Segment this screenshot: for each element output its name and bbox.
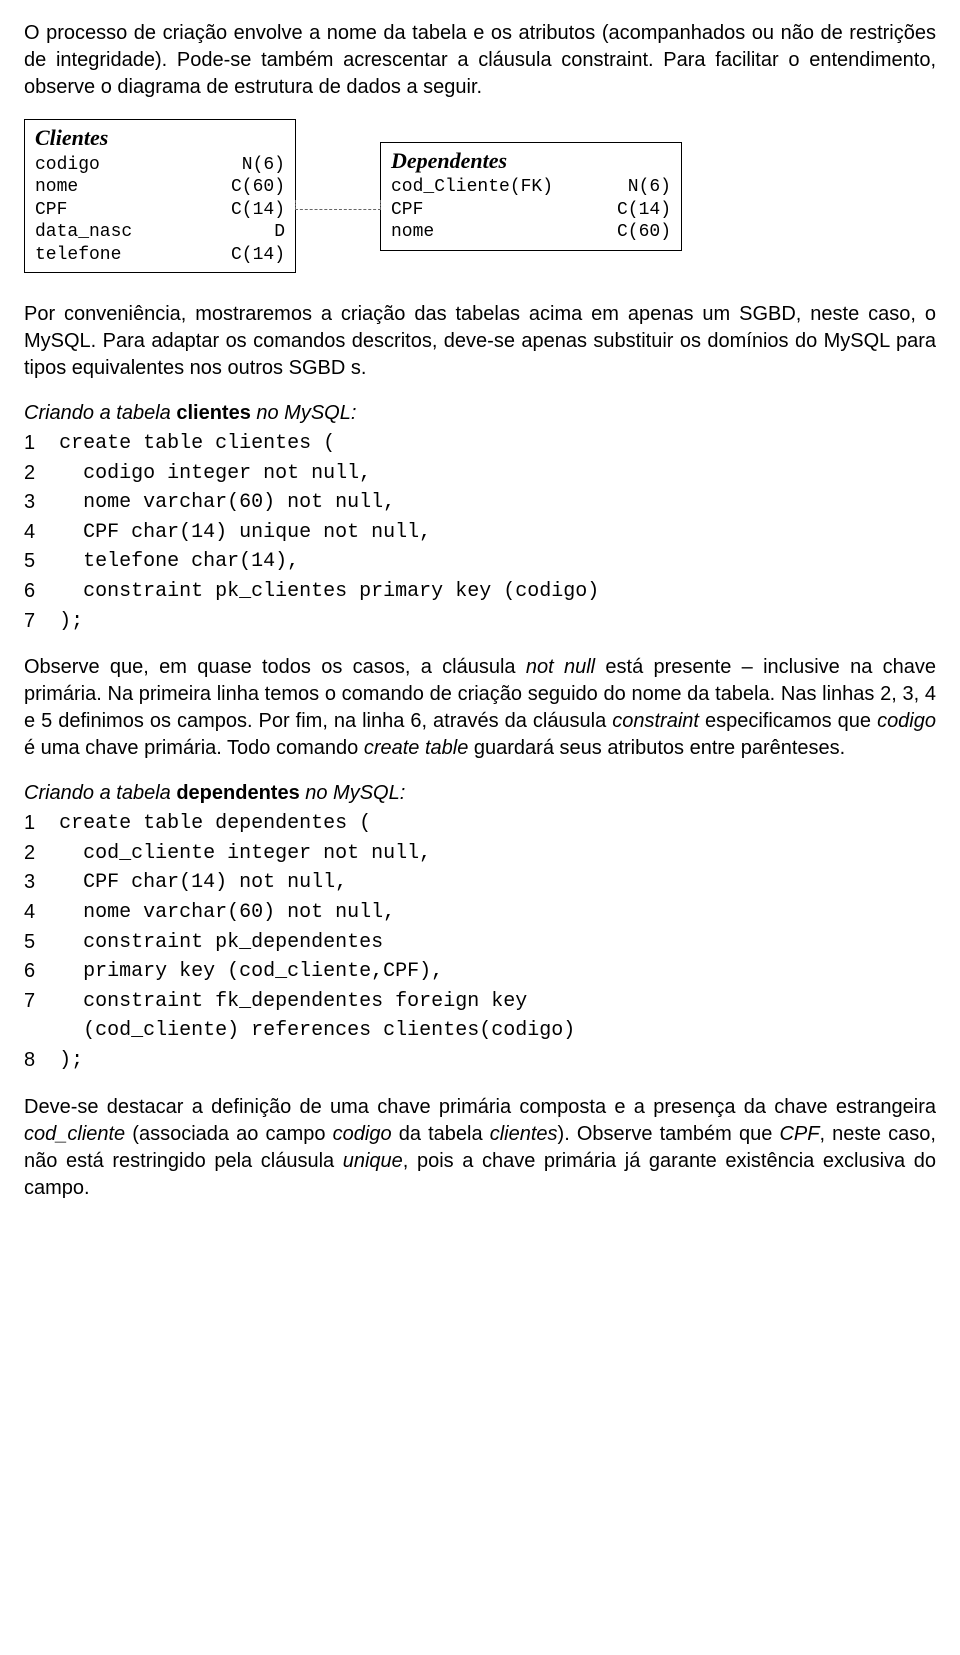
paragraph-intro: O processo de criação envolve a nome da … (24, 20, 936, 101)
italic-text: not null (526, 656, 595, 678)
entity-row: cod_Cliente(FK)N(6) (391, 176, 671, 199)
italic-text: clientes (490, 1123, 558, 1145)
field-type: C(60) (591, 221, 671, 244)
code-heading-clientes: Criando a tabela clientes no MySQL: (24, 400, 936, 427)
field-name: cod_Cliente(FK) (391, 176, 591, 199)
paragraph-final: Deve-se destacar a definição de uma chav… (24, 1094, 936, 1202)
field-name: CPF (391, 199, 591, 222)
field-type: N(6) (205, 154, 285, 177)
italic-text: constraint (612, 710, 699, 732)
field-type: D (205, 221, 285, 244)
field-name: data_nasc (35, 221, 205, 244)
field-type: C(14) (591, 199, 671, 222)
entity-row: nomeC(60) (35, 176, 285, 199)
line-numbers: 1 2 3 4 5 6 7 8 (24, 809, 59, 1075)
text: especificamos que (699, 710, 877, 732)
paragraph-conv: Por conveniência, mostraremos a criação … (24, 301, 936, 382)
text: Observe que, em quase todos os casos, a … (24, 656, 526, 678)
entity-row: codigoN(6) (35, 154, 285, 177)
code-block-dependentes: 1 2 3 4 5 6 7 8 create table dependentes… (24, 809, 936, 1075)
heading-post: no MySQL: (300, 782, 406, 804)
code-text: create table clientes ( codigo integer n… (59, 429, 599, 636)
text: ). Observe também que (558, 1123, 780, 1145)
entity-row: telefoneC(14) (35, 244, 285, 267)
heading-post: no MySQL: (251, 402, 357, 424)
entity-dependentes-title: Dependentes (391, 147, 671, 175)
text: Deve-se destacar a definição de uma chav… (24, 1096, 936, 1118)
entity-row: CPFC(14) (35, 199, 285, 222)
code-block-clientes: 1 2 3 4 5 6 7 create table clientes ( co… (24, 429, 936, 636)
text: guardará seus atributos entre parênteses… (468, 737, 845, 759)
heading-pre: Criando a tabela (24, 782, 176, 804)
field-name: telefone (35, 244, 205, 267)
heading-bold: dependentes (176, 782, 299, 804)
entity-row: data_nascD (35, 221, 285, 244)
er-diagram: Clientes codigoN(6) nomeC(60) CPFC(14) d… (24, 119, 936, 273)
italic-text: codigo (877, 710, 936, 732)
italic-text: cod_cliente (24, 1123, 125, 1145)
text: é uma chave primária. Todo comando (24, 737, 364, 759)
code-text: create table dependentes ( cod_cliente i… (59, 809, 575, 1075)
field-name: CPF (35, 199, 205, 222)
heading-pre: Criando a tabela (24, 402, 176, 424)
field-type: C(60) (205, 176, 285, 199)
field-type: C(14) (205, 244, 285, 267)
text: da tabela (392, 1123, 490, 1145)
italic-text: codigo (333, 1123, 392, 1145)
italic-text: create table (364, 737, 469, 759)
relationship-connector (295, 209, 381, 244)
field-type: N(6) (591, 176, 671, 199)
line-numbers: 1 2 3 4 5 6 7 (24, 429, 59, 636)
paragraph-observe: Observe que, em quase todos os casos, a … (24, 654, 936, 762)
heading-bold: clientes (176, 402, 250, 424)
code-heading-dependentes: Criando a tabela dependentes no MySQL: (24, 780, 936, 807)
text: (associada ao campo (125, 1123, 332, 1145)
field-name: codigo (35, 154, 205, 177)
entity-dependentes: Dependentes cod_Cliente(FK)N(6) CPFC(14)… (380, 142, 682, 251)
field-name: nome (391, 221, 591, 244)
italic-text: unique (343, 1150, 403, 1172)
italic-text: CPF (779, 1123, 819, 1145)
entity-clientes-title: Clientes (35, 124, 285, 152)
entity-row: CPFC(14) (391, 199, 671, 222)
entity-clientes: Clientes codigoN(6) nomeC(60) CPFC(14) d… (24, 119, 296, 273)
entity-row: nomeC(60) (391, 221, 671, 244)
field-type: C(14) (205, 199, 285, 222)
field-name: nome (35, 176, 205, 199)
